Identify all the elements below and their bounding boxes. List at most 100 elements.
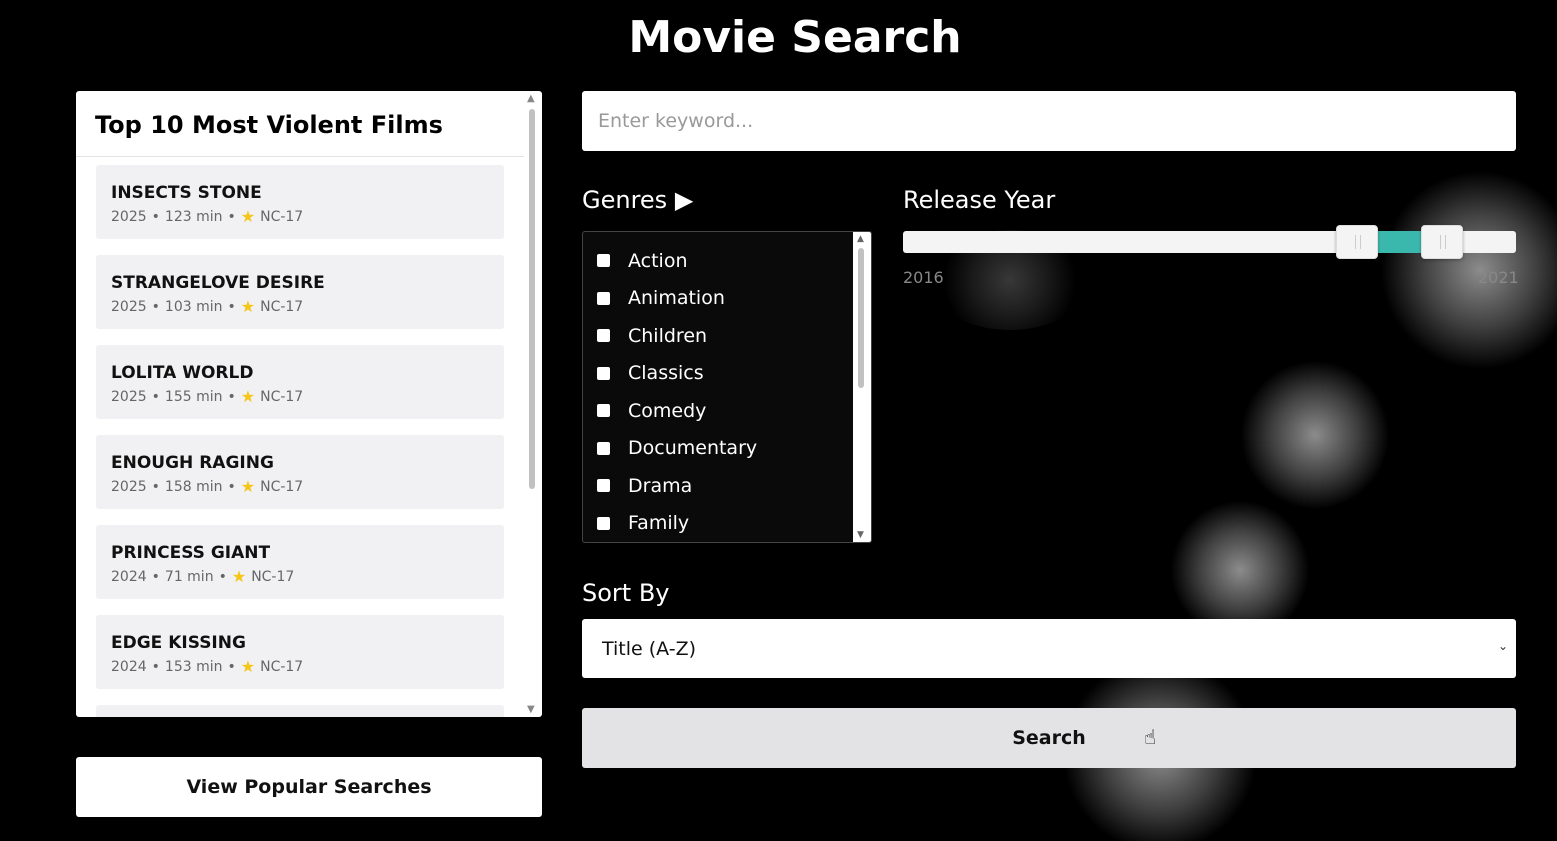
genre-checkbox[interactable] xyxy=(597,516,610,530)
genre-name: Classics xyxy=(628,362,704,385)
top-films-panel: Top 10 Most Violent Films INSECTS STONE … xyxy=(76,91,542,717)
scroll-thumb[interactable] xyxy=(529,109,535,489)
genre-name: Drama xyxy=(628,474,693,497)
genres-label[interactable]: Genres ▶ xyxy=(582,186,693,214)
genre-checkbox[interactable] xyxy=(597,441,610,455)
page-title: Movie Search xyxy=(628,12,962,63)
film-meta: 2025 • 155 min • ★ NC-17 xyxy=(111,387,489,406)
genres-scrollbar[interactable]: ▲ ▼ xyxy=(853,232,871,542)
slider-handle-max[interactable] xyxy=(1421,225,1464,259)
genre-checkbox[interactable] xyxy=(597,329,610,343)
film-card[interactable] xyxy=(96,705,504,717)
scroll-thumb[interactable] xyxy=(858,248,864,388)
film-card[interactable]: PRINCESS GIANT 2024 • 71 min • ★ NC-17 xyxy=(96,525,504,599)
year-max-label: 2021 xyxy=(1478,268,1519,287)
scroll-down-icon[interactable]: ▼ xyxy=(527,704,535,715)
film-rating: NC-17 xyxy=(260,658,304,675)
film-year: 2025 xyxy=(111,388,147,405)
release-year-slider[interactable] xyxy=(903,225,1516,259)
search-button[interactable]: Search xyxy=(582,708,1516,768)
film-duration: 71 min xyxy=(164,568,214,585)
genre-checkbox[interactable] xyxy=(597,291,610,305)
film-rating: NC-17 xyxy=(260,298,304,315)
star-icon: ★ xyxy=(240,477,256,496)
genre-option[interactable]: Animation xyxy=(583,280,871,318)
meta-separator: • xyxy=(151,658,160,675)
meta-separator: • xyxy=(227,478,236,495)
star-icon: ★ xyxy=(240,207,256,226)
film-duration: 153 min xyxy=(164,658,223,675)
genre-option[interactable]: Comedy xyxy=(583,392,871,430)
release-year-label: Release Year xyxy=(903,186,1056,214)
genre-option[interactable]: Action xyxy=(583,242,871,280)
film-year: 2024 xyxy=(111,568,147,585)
top-films-title: Top 10 Most Violent Films xyxy=(95,111,443,139)
meta-separator: • xyxy=(151,478,160,495)
year-min-label: 2016 xyxy=(903,268,944,287)
sort-selected-value: Title (A-Z) xyxy=(602,638,697,660)
meta-separator: • xyxy=(151,388,160,405)
view-popular-searches-button[interactable]: View Popular Searches xyxy=(76,757,542,817)
film-duration: 103 min xyxy=(164,298,223,315)
film-meta: 2025 • 103 min • ★ NC-17 xyxy=(111,297,489,316)
top-films-header: Top 10 Most Violent Films xyxy=(76,91,524,157)
chevron-down-icon: ⌄ xyxy=(1497,639,1508,653)
meta-separator: • xyxy=(218,568,227,585)
hand-cursor-icon: ☝ xyxy=(1144,725,1157,749)
genre-option[interactable]: Documentary xyxy=(583,430,871,468)
scroll-up-icon[interactable]: ▲ xyxy=(857,234,864,244)
film-title: LOLITA WORLD xyxy=(111,363,254,383)
meta-separator: • xyxy=(227,388,236,405)
genre-checkbox[interactable] xyxy=(597,404,610,418)
meta-separator: • xyxy=(151,298,160,315)
film-rating: NC-17 xyxy=(251,568,295,585)
film-title: INSECTS STONE xyxy=(111,183,262,203)
meta-separator: • xyxy=(227,658,236,675)
film-duration: 123 min xyxy=(164,208,223,225)
genre-option[interactable]: Drama xyxy=(583,467,871,505)
slider-handle-min[interactable] xyxy=(1335,225,1378,259)
film-meta: 2024 • 153 min • ★ NC-17 xyxy=(111,657,489,676)
film-card[interactable]: LOLITA WORLD 2025 • 155 min • ★ NC-17 xyxy=(96,345,504,419)
meta-separator: • xyxy=(227,208,236,225)
film-duration: 158 min xyxy=(164,478,223,495)
film-rating: NC-17 xyxy=(260,478,304,495)
star-icon: ★ xyxy=(240,657,256,676)
star-icon: ★ xyxy=(231,567,247,586)
film-card[interactable]: STRANGELOVE DESIRE 2025 • 103 min • ★ NC-1… xyxy=(96,255,504,329)
genre-name: Children xyxy=(628,324,708,347)
film-title: EDGE KISSING xyxy=(111,633,246,653)
genre-name: Animation xyxy=(628,287,725,310)
genre-option[interactable]: Children xyxy=(583,317,871,355)
film-year: 2025 xyxy=(111,478,147,495)
film-rating: NC-17 xyxy=(260,388,304,405)
film-rating: NC-17 xyxy=(260,208,304,225)
scroll-down-icon[interactable]: ▼ xyxy=(857,530,864,540)
search-input[interactable] xyxy=(582,91,1516,151)
scroll-up-icon[interactable]: ▲ xyxy=(527,93,535,104)
film-duration: 155 min xyxy=(164,388,223,405)
film-card[interactable]: INSECTS STONE 2025 • 123 min • ★ NC-17 xyxy=(96,165,504,239)
genre-option[interactable]: Family xyxy=(583,505,871,543)
film-card[interactable]: EDGE KISSING 2024 • 153 min • ★ NC-17 xyxy=(96,615,504,689)
meta-separator: • xyxy=(151,208,160,225)
star-icon: ★ xyxy=(240,297,256,316)
film-card[interactable]: ENOUGH RAGING 2025 • 158 min • ★ NC-17 xyxy=(96,435,504,509)
panel-scrollbar[interactable]: ▲ ▼ xyxy=(524,91,542,717)
genre-name: Family xyxy=(628,512,690,535)
film-title: ENOUGH RAGING xyxy=(111,453,274,473)
genre-option[interactable]: Classics xyxy=(583,355,871,393)
film-title: STRANGELOVE DESIRE xyxy=(111,273,325,293)
film-year: 2024 xyxy=(111,658,147,675)
sort-select[interactable]: Title (A-Z) ⌄ xyxy=(582,619,1516,678)
genre-checkbox[interactable] xyxy=(597,254,610,268)
genre-name: Action xyxy=(628,249,688,272)
genre-checkbox[interactable] xyxy=(597,366,610,380)
meta-separator: • xyxy=(227,298,236,315)
genre-checkbox[interactable] xyxy=(597,479,610,493)
film-list: INSECTS STONE 2025 • 123 min • ★ NC-17 STR… xyxy=(76,157,542,717)
genre-name: Comedy xyxy=(628,399,707,422)
film-title: PRINCESS GIANT xyxy=(111,543,271,563)
film-meta: 2025 • 123 min • ★ NC-17 xyxy=(111,207,489,226)
film-year: 2025 xyxy=(111,208,147,225)
